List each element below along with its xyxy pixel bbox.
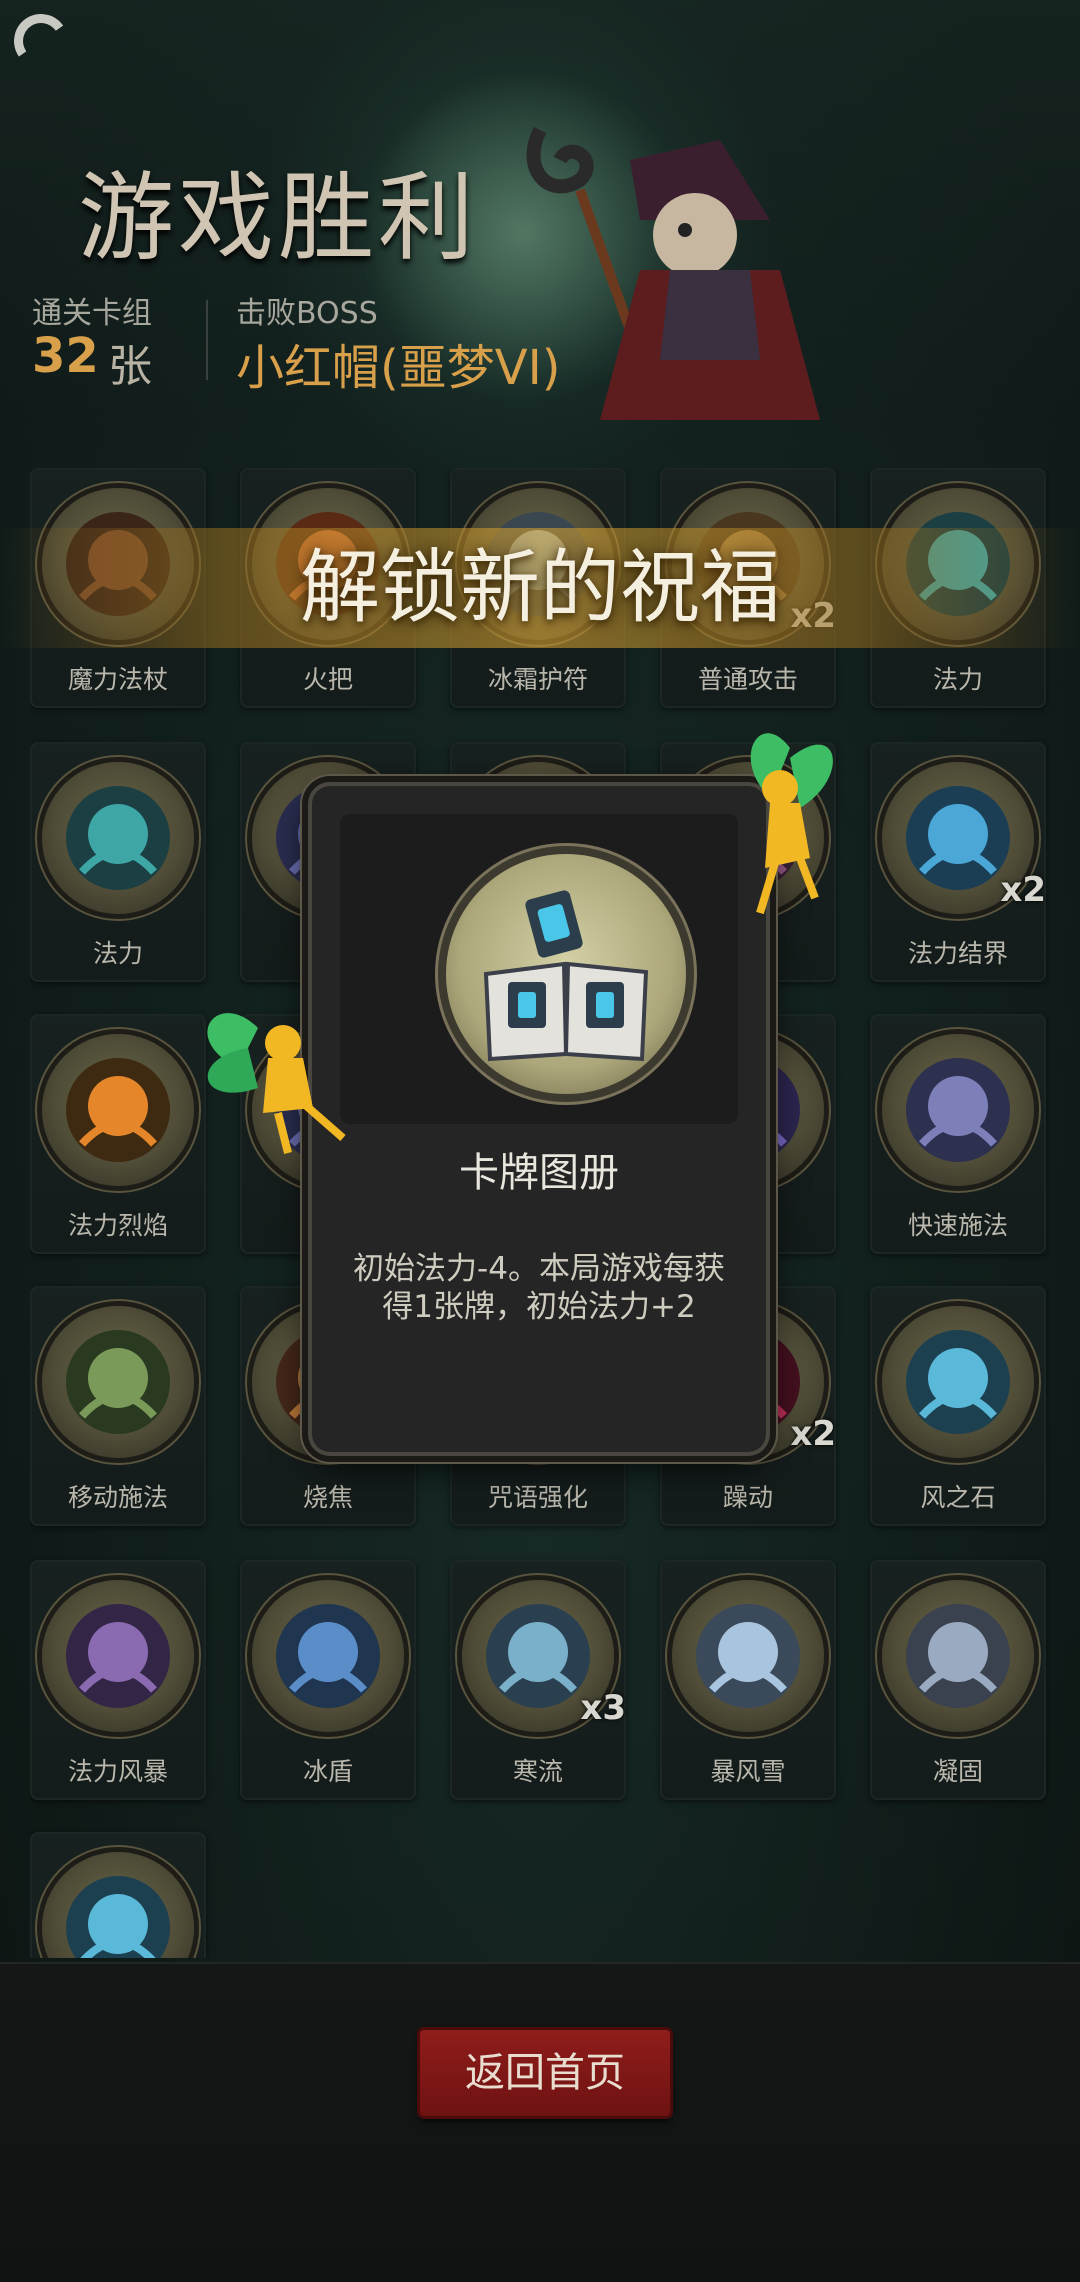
card-label: 躁动 — [722, 1483, 773, 1512]
card-album-icon — [446, 854, 686, 1094]
witch-character-icon — [526, 126, 820, 420]
card-multiplier-badge: x2 — [1000, 870, 1046, 910]
blessing-art-panel — [340, 814, 738, 1124]
card-label: 冰霜护符 — [487, 665, 588, 694]
card-tile[interactable]: 冰盾 — [240, 1560, 416, 1800]
blessing-card-popup[interactable]: 卡牌图册 初始法力-4。本局游戏每获得1张牌，初始法力+2 — [312, 786, 766, 1452]
boss-label: 击败BOSS — [236, 296, 378, 331]
mana-orb-icon — [42, 762, 194, 914]
card-label: 火把 — [302, 665, 353, 694]
deck-count: 32 — [32, 328, 99, 384]
card-label: 法力烈焰 — [67, 1211, 168, 1240]
unlock-banner-text: 解锁新的祝福 — [300, 541, 780, 634]
ice-spell-icon — [42, 1852, 194, 1958]
card-label: 普通攻击 — [697, 665, 798, 694]
stat-divider — [206, 300, 208, 380]
card-label: 寒流 — [512, 1757, 563, 1786]
wind-stone-icon — [882, 1306, 1034, 1458]
card-tile[interactable] — [30, 1832, 206, 1958]
ice-shield-icon — [252, 1580, 404, 1732]
card-label: 快速施法 — [907, 1211, 1008, 1240]
card-label: 风之石 — [920, 1483, 996, 1512]
card-label: 咒语强化 — [487, 1483, 588, 1512]
card-tile[interactable]: 法力风暴 — [30, 1560, 206, 1800]
card-multiplier-badge: x3 — [580, 1688, 626, 1728]
fairy-icon — [207, 1013, 346, 1154]
deck-label: 通关卡组 — [32, 296, 152, 331]
card-label: 法力结界 — [907, 939, 1008, 968]
card-tile[interactable]: 暴风雪 — [660, 1560, 836, 1800]
freeze-icon — [882, 1580, 1034, 1732]
wizard-icon — [882, 1034, 1034, 1186]
card-tile[interactable]: 风之石 — [870, 1286, 1046, 1526]
card-multiplier-badge: x2 — [790, 1414, 836, 1454]
boss-name: 小红帽(噩梦VI) — [236, 340, 561, 396]
mana-storm-icon — [42, 1580, 194, 1732]
fairy-icon — [750, 733, 833, 915]
mana-flame-icon — [42, 1034, 194, 1186]
card-tile[interactable]: 法力 — [30, 742, 206, 982]
card-tile[interactable]: 移动施法 — [30, 1286, 206, 1526]
card-label: 凝固 — [932, 1757, 983, 1786]
blessing-title: 卡牌图册 — [459, 1150, 619, 1196]
witch-icon — [42, 1306, 194, 1458]
card-label: 法力风暴 — [67, 1757, 168, 1786]
card-label: 移动施法 — [67, 1483, 168, 1512]
blizzard-icon — [672, 1580, 824, 1732]
card-label: 烧焦 — [302, 1483, 353, 1512]
return-home-button[interactable]: 返回首页 — [420, 2030, 670, 2116]
card-label: 暴风雪 — [710, 1757, 786, 1786]
blessing-description: 初始法力-4。本局游戏每获得1张牌，初始法力+2 — [353, 1251, 725, 1325]
page-title: 游戏胜利 — [78, 162, 478, 274]
card-tile[interactable]: 寒流 x3 — [450, 1560, 626, 1800]
deck-unit: 张 — [108, 341, 152, 392]
card-label: 法力 — [932, 665, 983, 694]
card-label: 魔力法杖 — [67, 665, 168, 694]
card-label: 冰盾 — [302, 1757, 353, 1786]
card-label: 法力 — [92, 939, 143, 968]
card-tile[interactable]: 法力结界 x2 — [870, 742, 1046, 982]
card-tile[interactable]: 快速施法 — [870, 1014, 1046, 1254]
card-tile[interactable]: 凝固 — [870, 1560, 1046, 1800]
bottom-bar — [0, 1962, 1080, 2282]
